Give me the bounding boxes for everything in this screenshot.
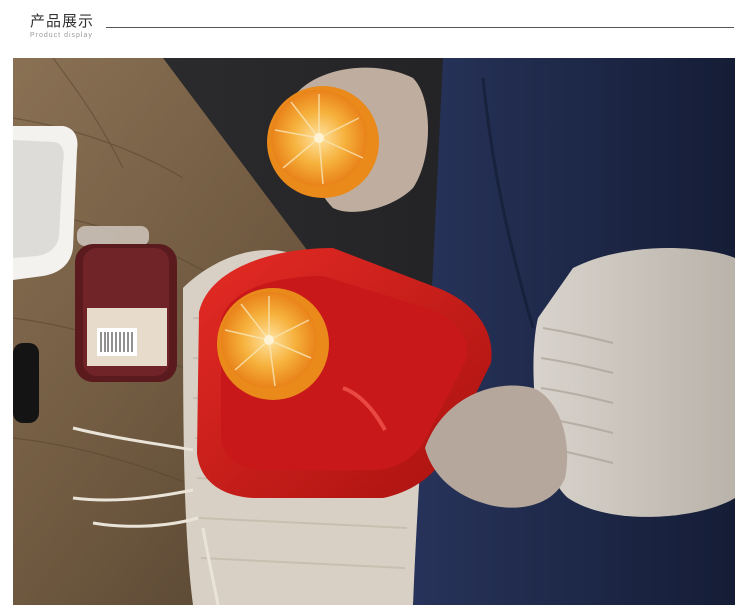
- orange-in-dish: [217, 288, 329, 400]
- product-photo: [13, 58, 735, 605]
- section-title-block: 产品展示 Product display: [30, 12, 94, 40]
- header-divider: [106, 27, 734, 28]
- section-subtitle: Product display: [30, 32, 93, 39]
- orange-in-hand: [267, 86, 379, 198]
- product-photo-illustration: [13, 58, 735, 605]
- section-title: 产品展示: [30, 12, 95, 30]
- jam-jar: [75, 226, 177, 382]
- section-header: 产品展示 Product display: [0, 0, 750, 56]
